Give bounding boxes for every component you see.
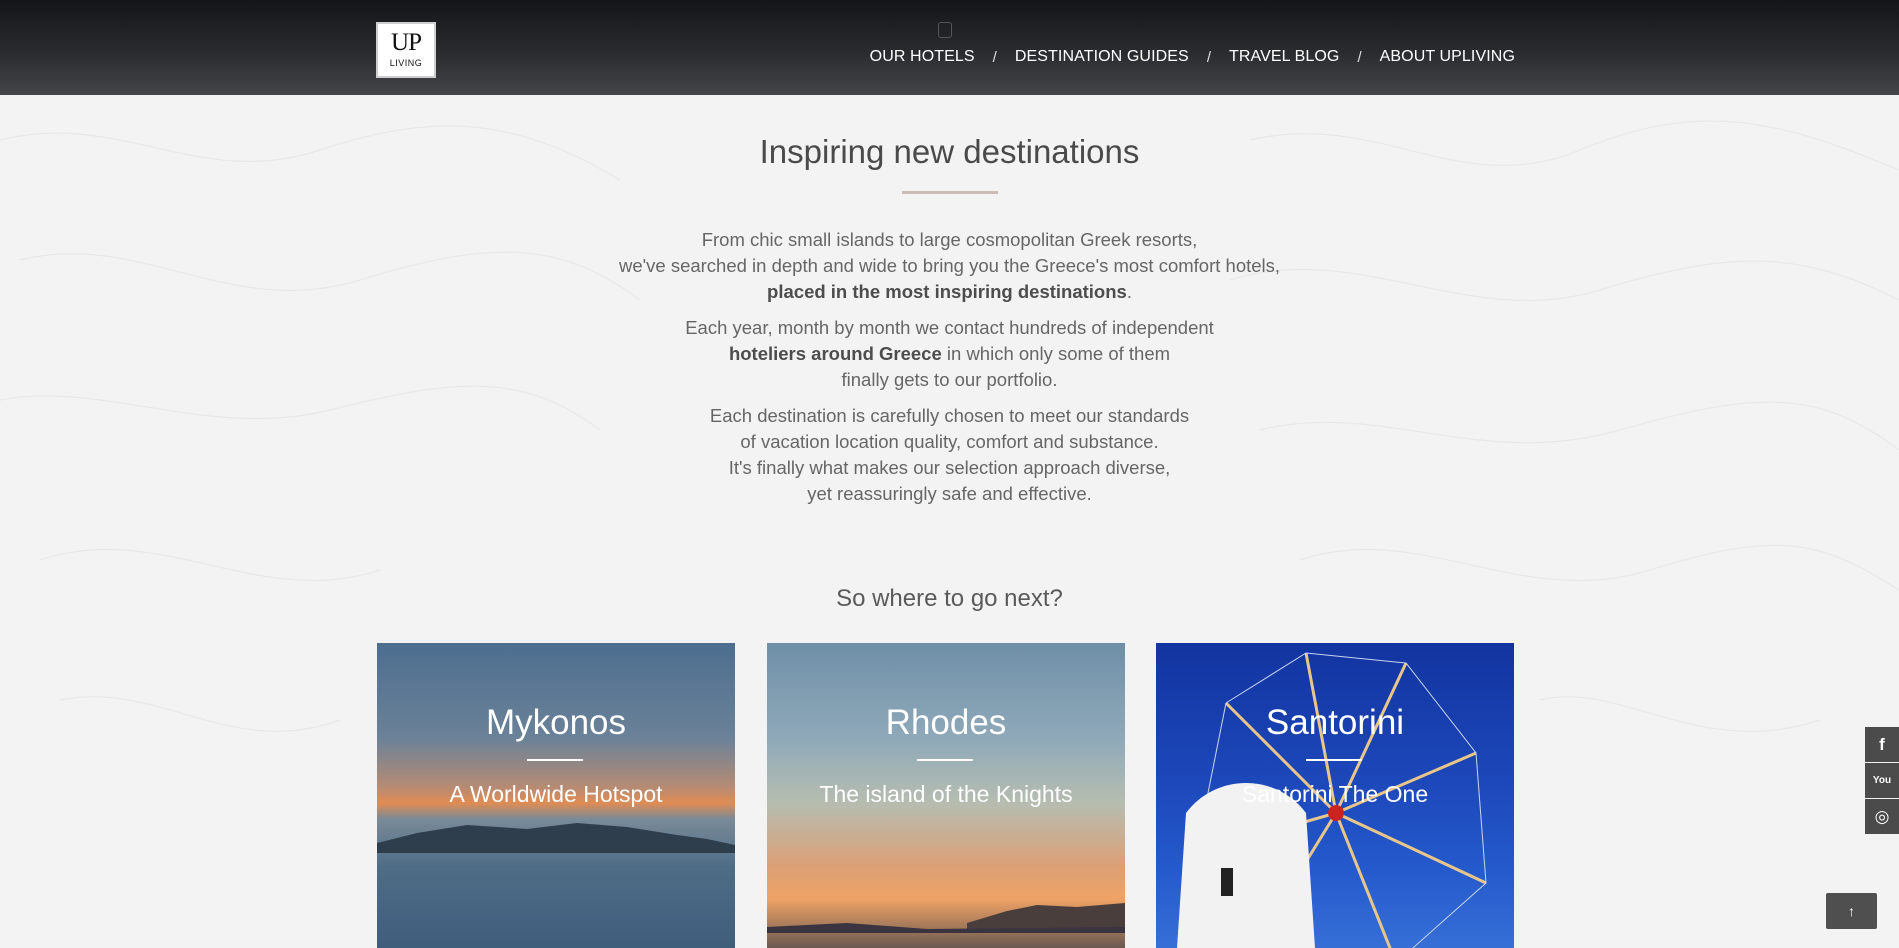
card-title: Mykonos — [485, 703, 627, 742]
text-line: finally gets to our portfolio. — [841, 369, 1058, 390]
intro-paragraph-3: Each destination is carefully chosen to … — [0, 403, 1899, 507]
nav-separator: / — [1357, 48, 1362, 66]
logo-up-text: UP — [391, 29, 422, 56]
card-subtitle: The island of the Knights — [819, 781, 1073, 807]
back-to-top-button[interactable]: ↑ — [1826, 893, 1877, 929]
page-title: Inspiring new destinations — [759, 133, 1140, 170]
social-sidebar: f You ◎ — [1865, 727, 1899, 835]
text-fragment: in which only some of them — [941, 343, 1171, 364]
nav-our-hotels[interactable]: OUR HOTELS — [870, 48, 975, 66]
text-fragment: . — [1126, 281, 1132, 302]
next-destination-heading: So where to go next? — [836, 585, 1063, 612]
upliving-logo[interactable]: UP LIVING — [376, 22, 436, 78]
text-line: From chic small islands to large cosmopo… — [701, 229, 1198, 250]
intro-paragraph-1: From chic small islands to large cosmopo… — [0, 227, 1899, 305]
card-divider — [527, 759, 583, 761]
bag-icon — [938, 22, 952, 38]
destination-card-santorini[interactable]: Santorini Santorini The One — [1156, 643, 1514, 948]
youtube-icon[interactable]: You — [1865, 763, 1899, 798]
card-title: Santorini — [1265, 703, 1405, 742]
nav-separator: / — [992, 48, 997, 66]
bold-text: placed in the most inspiring destination… — [767, 281, 1127, 302]
bold-text: hoteliers around Greece — [728, 343, 942, 364]
destination-card-rhodes[interactable]: Rhodes The island of the Knights — [767, 643, 1125, 948]
text-line: we've searched in depth and wide to brin… — [618, 255, 1281, 276]
nav-destination-guides[interactable]: DESTINATION GUIDES — [1015, 48, 1189, 66]
logo-living-text: LIVING — [389, 58, 423, 68]
intro-paragraph-2: Each year, month by month we contact hun… — [0, 315, 1899, 393]
card-title: Rhodes — [885, 703, 1007, 742]
text-line: placed in the most inspiring destination… — [0, 279, 1899, 305]
destination-card-mykonos[interactable]: Mykonos A Worldwide Hotspot — [377, 643, 735, 948]
main-nav: OUR HOTELS / DESTINATION GUIDES / TRAVEL… — [870, 48, 1515, 66]
text-line: yet reassuringly safe and effective. — [807, 483, 1092, 504]
card-divider — [1306, 759, 1362, 761]
card-subtitle: Santorini The One — [1241, 781, 1429, 807]
text-line: of vacation location quality, comfort an… — [740, 431, 1159, 452]
nav-separator: / — [1206, 48, 1211, 66]
facebook-icon[interactable]: f — [1865, 727, 1899, 762]
text-line: Each year, month by month we contact hun… — [685, 317, 1214, 338]
text-line: It's finally what makes our selection ap… — [728, 457, 1171, 478]
title-divider — [901, 191, 998, 194]
nav-about-upliving[interactable]: ABOUT UPLIVING — [1380, 48, 1515, 66]
card-divider — [917, 759, 973, 761]
island-silhouette — [377, 823, 735, 853]
site-header: UP LIVING OUR HOTELS / DESTINATION GUIDE… — [0, 0, 1899, 95]
instagram-icon[interactable]: ◎ — [1865, 799, 1899, 834]
intro-section: Inspiring new destinations From chic sma… — [0, 95, 1899, 517]
card-subtitle: A Worldwide Hotspot — [449, 781, 663, 807]
text-line: hoteliers around Greece in which only so… — [0, 341, 1899, 367]
island-silhouette — [767, 903, 1125, 933]
text-line: Each destination is carefully chosen to … — [709, 405, 1190, 426]
nav-travel-blog[interactable]: TRAVEL BLOG — [1229, 48, 1339, 66]
